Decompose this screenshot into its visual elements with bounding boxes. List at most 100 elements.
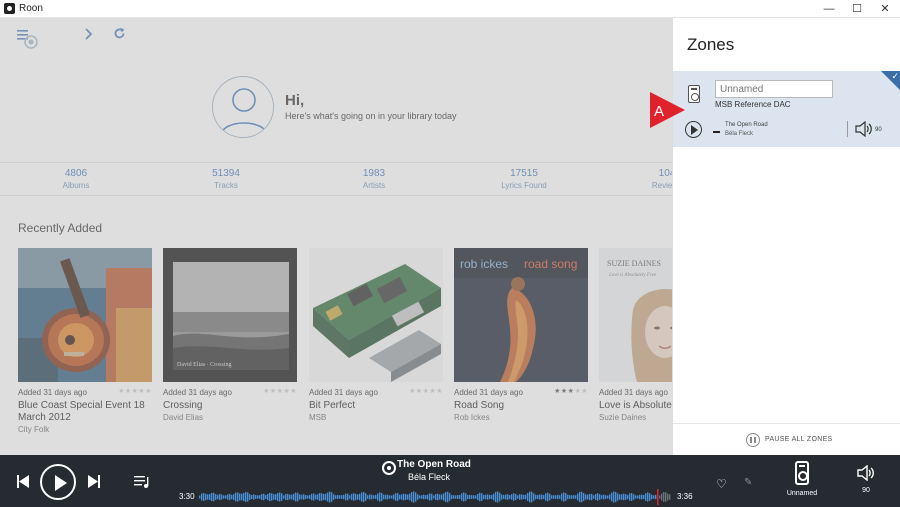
volume-icon (857, 465, 874, 481)
seascape-cover-art: David Elias · Crossing (163, 248, 297, 382)
zone-selector-label: Unnamed (786, 490, 818, 497)
album-artist[interactable]: MSB (309, 413, 443, 422)
stats-divider-top (0, 162, 672, 163)
album-added-date: Added 31 days ago (163, 388, 232, 397)
album-rating-stars[interactable]: ★★★★★ (554, 387, 588, 395)
album-title[interactable]: Road Song (454, 400, 588, 412)
elapsed-time: 3:30 (179, 492, 195, 501)
greeting-title: Hi, (285, 92, 305, 109)
stat-value: 1983 (362, 168, 386, 179)
pin-icon[interactable]: ✎ (744, 477, 752, 488)
stat-label: Artists (362, 181, 386, 190)
album-artist[interactable]: David Elias (163, 413, 297, 422)
stat-value: 51394 (212, 168, 240, 179)
user-avatar[interactable] (212, 76, 274, 138)
title-bar: Roon — ☐ ✕ (0, 0, 900, 18)
window-title: Roon (19, 3, 43, 14)
now-playing-title[interactable]: The Open Road (397, 459, 471, 470)
play-button[interactable] (40, 464, 76, 500)
album-added-date: Added 31 days ago (454, 388, 523, 397)
circuit-board-cover-art (309, 248, 443, 382)
chevron-right-icon[interactable] (83, 28, 95, 40)
maximize-button[interactable]: ☐ (843, 0, 871, 18)
suzie-daines-cover-art: SUZIE DAINES Love is Absolutely Free (599, 248, 672, 382)
skip-previous-icon[interactable] (16, 475, 30, 488)
stat-value: 104 (658, 168, 672, 179)
zone-track-title: The Open Road (725, 122, 768, 128)
zone-play-button[interactable] (685, 121, 702, 138)
album-card[interactable]: David Elias · Crossing Added 31 days ago… (163, 248, 297, 422)
zone-volume-value: 90 (875, 127, 882, 133)
album-artist[interactable]: City Folk (18, 425, 152, 434)
album-cover[interactable]: rob ickes road song (454, 248, 588, 382)
zone-item[interactable]: ✓ MSB Reference DAC The Open Road Béla F… (673, 71, 900, 147)
mandolin-cover-art (18, 248, 152, 382)
cover-text: SUZIE DAINES (607, 259, 661, 268)
zone-name-input[interactable] (715, 80, 833, 98)
cover-text: Love is Absolutely Free (608, 273, 657, 278)
stat-label: Reviews (651, 181, 672, 190)
cover-text: David Elias · Crossing (177, 362, 232, 368)
stat-lyrics[interactable]: 17515 Lyrics Found (469, 168, 579, 190)
album-added-date: Added 31 days ago (599, 388, 668, 397)
waveform-seekbar[interactable] (199, 489, 671, 505)
stat-reviews[interactable]: 104 Reviews (612, 168, 672, 190)
minimize-button[interactable]: — (815, 0, 843, 18)
album-title[interactable]: Crossing (163, 400, 297, 412)
album-title[interactable]: Bit Perfect (309, 400, 443, 412)
now-playing-zone-icon[interactable] (382, 461, 396, 475)
album-card[interactable]: Added 31 days ago ★★★★★ Bit Perfect MSB (309, 248, 443, 422)
now-playing-artist[interactable]: Béla Fleck (408, 472, 450, 482)
stats-divider-bottom (0, 195, 672, 196)
album-rating-stars[interactable]: ★★★★★ (263, 387, 297, 395)
zones-title: Zones (687, 35, 735, 54)
stat-artists[interactable]: 1983 Artists (319, 168, 429, 190)
cover-text: road song (524, 257, 577, 271)
pause-all-zones-button[interactable]: PAUSE ALL ZONES (673, 423, 900, 455)
refresh-icon[interactable] (113, 27, 126, 40)
zone-track-artist: Béla Fleck (725, 131, 754, 137)
stat-label: Lyrics Found (501, 181, 547, 190)
album-title[interactable]: Blue Coast Special Event 18 March 2012 (18, 400, 152, 424)
close-button[interactable]: ✕ (871, 0, 899, 18)
volume-value: 90 (862, 487, 870, 494)
album-card[interactable]: rob ickes road song Added 31 days ago ★★… (454, 248, 588, 422)
skip-next-icon[interactable] (87, 475, 101, 488)
stat-value: 4806 (64, 168, 88, 179)
queue-icon[interactable] (134, 475, 152, 489)
zone-selector-button[interactable]: Unnamed (784, 461, 820, 505)
roon-app-icon (4, 3, 15, 14)
total-time: 3:36 (677, 492, 693, 501)
pause-all-label: PAUSE ALL ZONES (765, 436, 833, 443)
album-cover[interactable]: SUZIE DAINES Love is Absolutely Free (599, 248, 672, 382)
album-artist[interactable]: Suzie Daines (599, 413, 672, 422)
pause-icon (746, 433, 760, 447)
album-cover[interactable] (309, 248, 443, 382)
annotation-marker-label: A (654, 103, 665, 120)
zone-device-name: MSB Reference DAC (715, 100, 791, 109)
album-added-date: Added 31 days ago (309, 388, 378, 397)
volume-icon[interactable] (855, 121, 873, 137)
stat-tracks[interactable]: 51394 Tracks (171, 168, 281, 190)
album-title[interactable]: Love is Absolutely Free (599, 400, 672, 412)
stat-value: 17515 (510, 168, 538, 179)
stat-albums[interactable]: 4806 Albums (21, 168, 131, 190)
checkmark-icon: ✓ (891, 71, 899, 81)
zone-divider (847, 121, 848, 137)
album-artist[interactable]: Rob Ickes (454, 413, 588, 422)
album-card[interactable]: Added 31 days ago ★★★★★ Blue Coast Speci… (18, 248, 152, 434)
album-rating-stars[interactable]: ★★★★★ (409, 387, 443, 395)
hamburger-icon[interactable] (16, 28, 40, 52)
user-icon (220, 88, 268, 136)
album-rating-stars[interactable]: ★★★★★ (118, 387, 152, 395)
greeting-subtitle: Here's what's going on in your library t… (285, 111, 457, 121)
library-overview: Hi, Here's what's going on in your libra… (0, 18, 672, 455)
stat-label: Albums (62, 181, 90, 190)
playhead (657, 489, 659, 505)
album-cover[interactable]: David Elias · Crossing (163, 248, 297, 382)
album-cover[interactable] (18, 248, 152, 382)
volume-button[interactable]: 90 (852, 461, 880, 505)
album-card[interactable]: SUZIE DAINES Love is Absolutely Free Add… (599, 248, 672, 422)
heart-icon[interactable]: ♡ (716, 477, 727, 491)
cover-text: rob ickes (460, 257, 508, 271)
